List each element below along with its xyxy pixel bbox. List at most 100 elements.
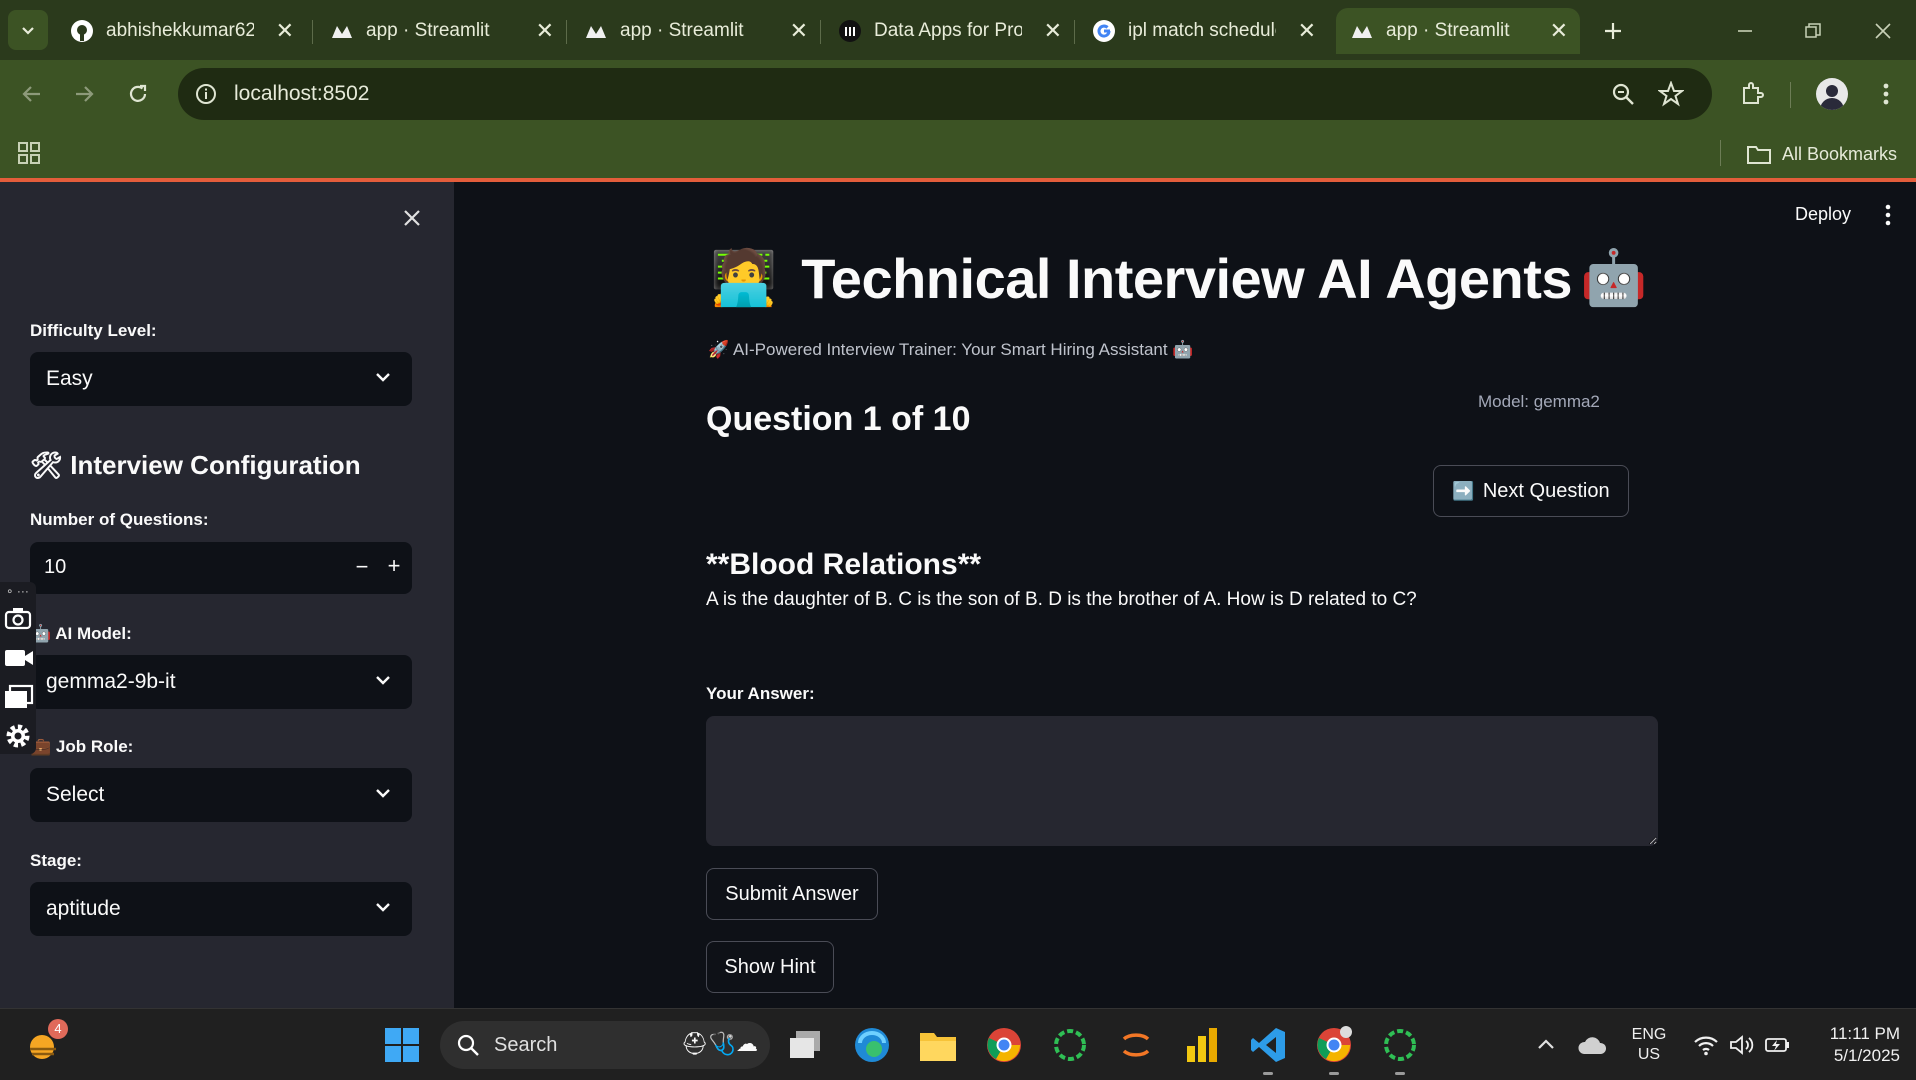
address-bar[interactable]: localhost:8502 bbox=[178, 68, 1712, 120]
tab-search-button[interactable] bbox=[8, 10, 48, 50]
close-icon[interactable]: ✕ bbox=[276, 18, 294, 44]
arrow-right-icon: ➡️ bbox=[1452, 480, 1475, 501]
window-close-button[interactable] bbox=[1866, 14, 1900, 48]
battery-button[interactable] bbox=[1758, 1025, 1798, 1065]
zoom-icon[interactable] bbox=[1610, 81, 1636, 107]
network-button[interactable] bbox=[1686, 1025, 1726, 1065]
new-tab-button[interactable] bbox=[1596, 14, 1630, 48]
plus-icon bbox=[1605, 23, 1621, 39]
tab-github[interactable]: abhishekkumar62000 ✕ bbox=[56, 8, 306, 54]
video-camera-icon[interactable] bbox=[4, 646, 34, 670]
tab-streamlit-1[interactable]: app · Streamlit ✕ bbox=[316, 8, 566, 54]
tab-data-apps[interactable]: Data Apps for Prod ✕ bbox=[824, 8, 1074, 54]
dataapps-icon bbox=[838, 19, 862, 43]
file-explorer-app[interactable] bbox=[918, 1025, 958, 1065]
clock[interactable]: 11:11 PM 5/1/2025 bbox=[1806, 1023, 1900, 1067]
vscode-app[interactable] bbox=[1248, 1025, 1288, 1075]
taskbar-search[interactable]: Search ⛑🩺☁ bbox=[440, 1021, 770, 1069]
avatar[interactable] bbox=[1816, 78, 1848, 110]
bookmark-star-icon[interactable] bbox=[1658, 81, 1684, 107]
close-icon[interactable]: ✕ bbox=[1550, 18, 1568, 44]
ai-model-select[interactable]: gemma2-9b-it bbox=[30, 655, 412, 709]
url-text: localhost:8502 bbox=[234, 82, 370, 105]
increment-button[interactable]: + bbox=[384, 553, 404, 579]
overlay-more-icon[interactable]: ∘ ··· bbox=[6, 584, 29, 598]
vscode-icon bbox=[1251, 1028, 1285, 1062]
tab-label: ipl match schedule bbox=[1128, 20, 1276, 41]
close-icon bbox=[404, 210, 420, 226]
clock-time: 11:11 PM bbox=[1829, 1024, 1900, 1043]
tab-streamlit-2[interactable]: app · Streamlit ✕ bbox=[570, 8, 820, 54]
running-indicator bbox=[1395, 1072, 1405, 1075]
info-icon[interactable] bbox=[194, 82, 218, 106]
num-questions-stepper[interactable]: 10 − + bbox=[30, 542, 412, 594]
apps-grid-icon bbox=[18, 142, 40, 164]
edge-app[interactable] bbox=[852, 1025, 892, 1065]
restore-button[interactable] bbox=[1796, 14, 1830, 48]
app-menu-button[interactable] bbox=[1884, 204, 1892, 231]
start-button[interactable] bbox=[382, 1025, 422, 1065]
search-highlight-icon: ⛑🩺☁ bbox=[680, 1031, 758, 1056]
windows-logo-icon bbox=[385, 1028, 419, 1062]
tab-label: abhishekkumar62000 bbox=[106, 20, 254, 41]
deploy-button[interactable]: Deploy bbox=[1795, 204, 1851, 225]
close-icon bbox=[1875, 23, 1891, 39]
github-icon bbox=[70, 19, 94, 43]
green-ring-app-2[interactable] bbox=[1380, 1025, 1420, 1075]
show-hidden-icons-button[interactable] bbox=[1526, 1025, 1566, 1065]
capture-overlay-toolbar: ∘ ··· bbox=[0, 582, 36, 754]
tab-divider bbox=[566, 20, 567, 44]
tab-label: app · Streamlit bbox=[366, 20, 490, 41]
green-ring-app[interactable] bbox=[1050, 1025, 1090, 1065]
weather-widget[interactable]: 4 bbox=[24, 1019, 68, 1065]
power-bi-app[interactable] bbox=[1182, 1025, 1222, 1065]
wifi-icon bbox=[1694, 1036, 1718, 1056]
difficulty-select[interactable]: Easy bbox=[30, 352, 412, 406]
language-indicator[interactable]: ENG US bbox=[1626, 1025, 1672, 1065]
stage-select[interactable]: aptitude bbox=[30, 882, 412, 936]
ai-model-value: gemma2-9b-it bbox=[46, 670, 176, 693]
region-code: US bbox=[1637, 1046, 1661, 1063]
windows-icon[interactable] bbox=[4, 684, 34, 710]
tab-divider bbox=[1074, 20, 1075, 44]
next-question-button[interactable]: ➡️ Next Question bbox=[1433, 465, 1629, 517]
page-title: 🧑‍💻 Technical Interview AI Agents 🤖 bbox=[710, 244, 1647, 312]
sidebar-close-button[interactable] bbox=[398, 204, 426, 232]
settings-gear-icon[interactable] bbox=[4, 722, 32, 750]
close-icon[interactable]: ✕ bbox=[1298, 18, 1316, 44]
close-icon[interactable]: ✕ bbox=[790, 18, 808, 44]
show-hint-button[interactable]: Show Hint bbox=[706, 941, 834, 993]
extensions-button[interactable] bbox=[1734, 76, 1770, 112]
close-icon[interactable]: ✕ bbox=[536, 18, 554, 44]
search-icon bbox=[457, 1034, 479, 1056]
jupyter-app[interactable] bbox=[1116, 1025, 1156, 1065]
reload-button[interactable] bbox=[120, 76, 156, 112]
chrome-icon bbox=[1317, 1026, 1352, 1062]
chrome-profile-app[interactable] bbox=[1314, 1025, 1354, 1075]
difficulty-value: Easy bbox=[46, 367, 93, 390]
question-counter: Question 1 of 10 bbox=[706, 400, 971, 438]
all-bookmarks-button[interactable]: All Bookmarks bbox=[1746, 138, 1897, 170]
task-view-button[interactable] bbox=[786, 1025, 826, 1065]
job-role-select[interactable]: Select bbox=[30, 768, 412, 822]
answer-textarea[interactable] bbox=[706, 716, 1658, 846]
camera-icon[interactable] bbox=[4, 606, 32, 630]
num-questions-value[interactable]: 10 bbox=[44, 556, 66, 579]
volume-button[interactable] bbox=[1722, 1025, 1762, 1065]
decrement-button[interactable]: − bbox=[352, 554, 372, 580]
submit-answer-button[interactable]: Submit Answer bbox=[706, 868, 878, 920]
browser-menu-button[interactable] bbox=[1868, 76, 1904, 112]
forward-button[interactable] bbox=[66, 76, 102, 112]
tab-streamlit-active[interactable]: app · Streamlit ✕ bbox=[1336, 8, 1580, 54]
folder-icon bbox=[920, 1033, 956, 1061]
chrome-app[interactable] bbox=[984, 1025, 1024, 1065]
minimize-button[interactable] bbox=[1728, 14, 1762, 48]
chevron-up-icon bbox=[1538, 1039, 1554, 1049]
close-icon[interactable]: ✕ bbox=[1044, 18, 1062, 44]
browser-tab-bar: abhishekkumar62000 ✕ app · Streamlit ✕ a… bbox=[0, 0, 1916, 60]
onedrive-button[interactable] bbox=[1572, 1025, 1612, 1065]
streamlit-icon bbox=[1350, 19, 1374, 43]
back-button[interactable] bbox=[14, 76, 50, 112]
apps-button[interactable] bbox=[16, 140, 42, 166]
tab-google-search[interactable]: ipl match schedule ✕ bbox=[1078, 8, 1328, 54]
